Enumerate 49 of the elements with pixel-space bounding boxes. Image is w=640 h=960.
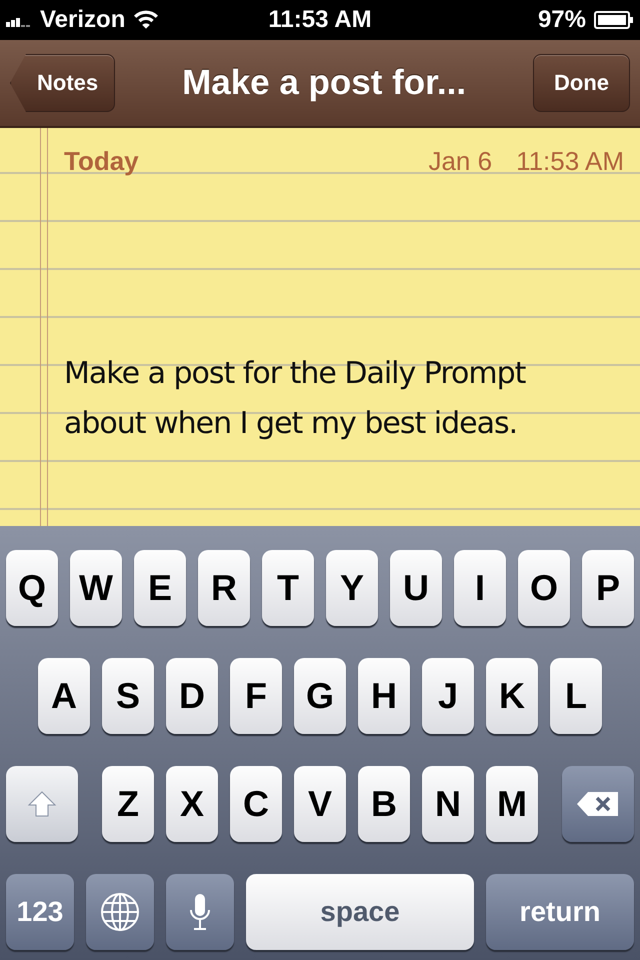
wifi-icon — [133, 10, 160, 30]
battery-percent: 97% — [538, 6, 586, 34]
key[interactable]: L — [550, 658, 602, 734]
key[interactable]: P — [582, 550, 634, 626]
key[interactable]: X — [166, 766, 218, 842]
key[interactable]: G — [294, 658, 346, 734]
carrier-name: Verizon — [40, 6, 126, 34]
back-button[interactable]: Notes — [10, 54, 116, 112]
key[interactable]: C — [230, 766, 282, 842]
done-button[interactable]: Done — [533, 54, 630, 112]
key[interactable]: I — [454, 550, 506, 626]
delete-key[interactable] — [562, 766, 634, 842]
key[interactable]: Z — [102, 766, 154, 842]
key[interactable]: K — [486, 658, 538, 734]
note-time: 11:53 AM — [516, 146, 624, 177]
shift-arrow-icon — [27, 789, 57, 819]
shift-key[interactable] — [6, 766, 78, 842]
backspace-icon — [576, 790, 620, 818]
key[interactable]: N — [422, 766, 474, 842]
key[interactable]: D — [166, 658, 218, 734]
globe-icon — [100, 892, 140, 932]
microphone-key[interactable] — [166, 874, 234, 950]
key[interactable]: Q — [6, 550, 58, 626]
return-key[interactable]: return — [486, 874, 634, 950]
note-day: Today — [64, 146, 139, 177]
key[interactable]: T — [262, 550, 314, 626]
numbers-key[interactable]: 123 — [6, 874, 74, 950]
clock-time: 11:53 AM — [267, 6, 373, 34]
key[interactable]: J — [422, 658, 474, 734]
space-bar[interactable]: space — [246, 874, 474, 950]
key[interactable]: W — [70, 550, 122, 626]
microphone-icon — [188, 892, 212, 932]
key[interactable]: H — [358, 658, 410, 734]
note-date: Jan 6 — [428, 146, 492, 177]
key[interactable]: R — [198, 550, 250, 626]
key[interactable]: O — [518, 550, 570, 626]
key[interactable]: F — [230, 658, 282, 734]
battery-icon — [594, 11, 634, 29]
key[interactable]: Y — [326, 550, 378, 626]
note-text: Make a post for the Daily Prompt about when I get my best ideas. — [64, 355, 527, 443]
note-title: Make a post for... — [182, 63, 466, 103]
key[interactable]: V — [294, 766, 346, 842]
key[interactable]: S — [102, 658, 154, 734]
key[interactable]: M — [486, 766, 538, 842]
key[interactable]: B — [358, 766, 410, 842]
key[interactable]: E — [134, 550, 186, 626]
key[interactable]: A — [38, 658, 90, 734]
key[interactable]: U — [390, 550, 442, 626]
globe-key[interactable] — [86, 874, 154, 950]
